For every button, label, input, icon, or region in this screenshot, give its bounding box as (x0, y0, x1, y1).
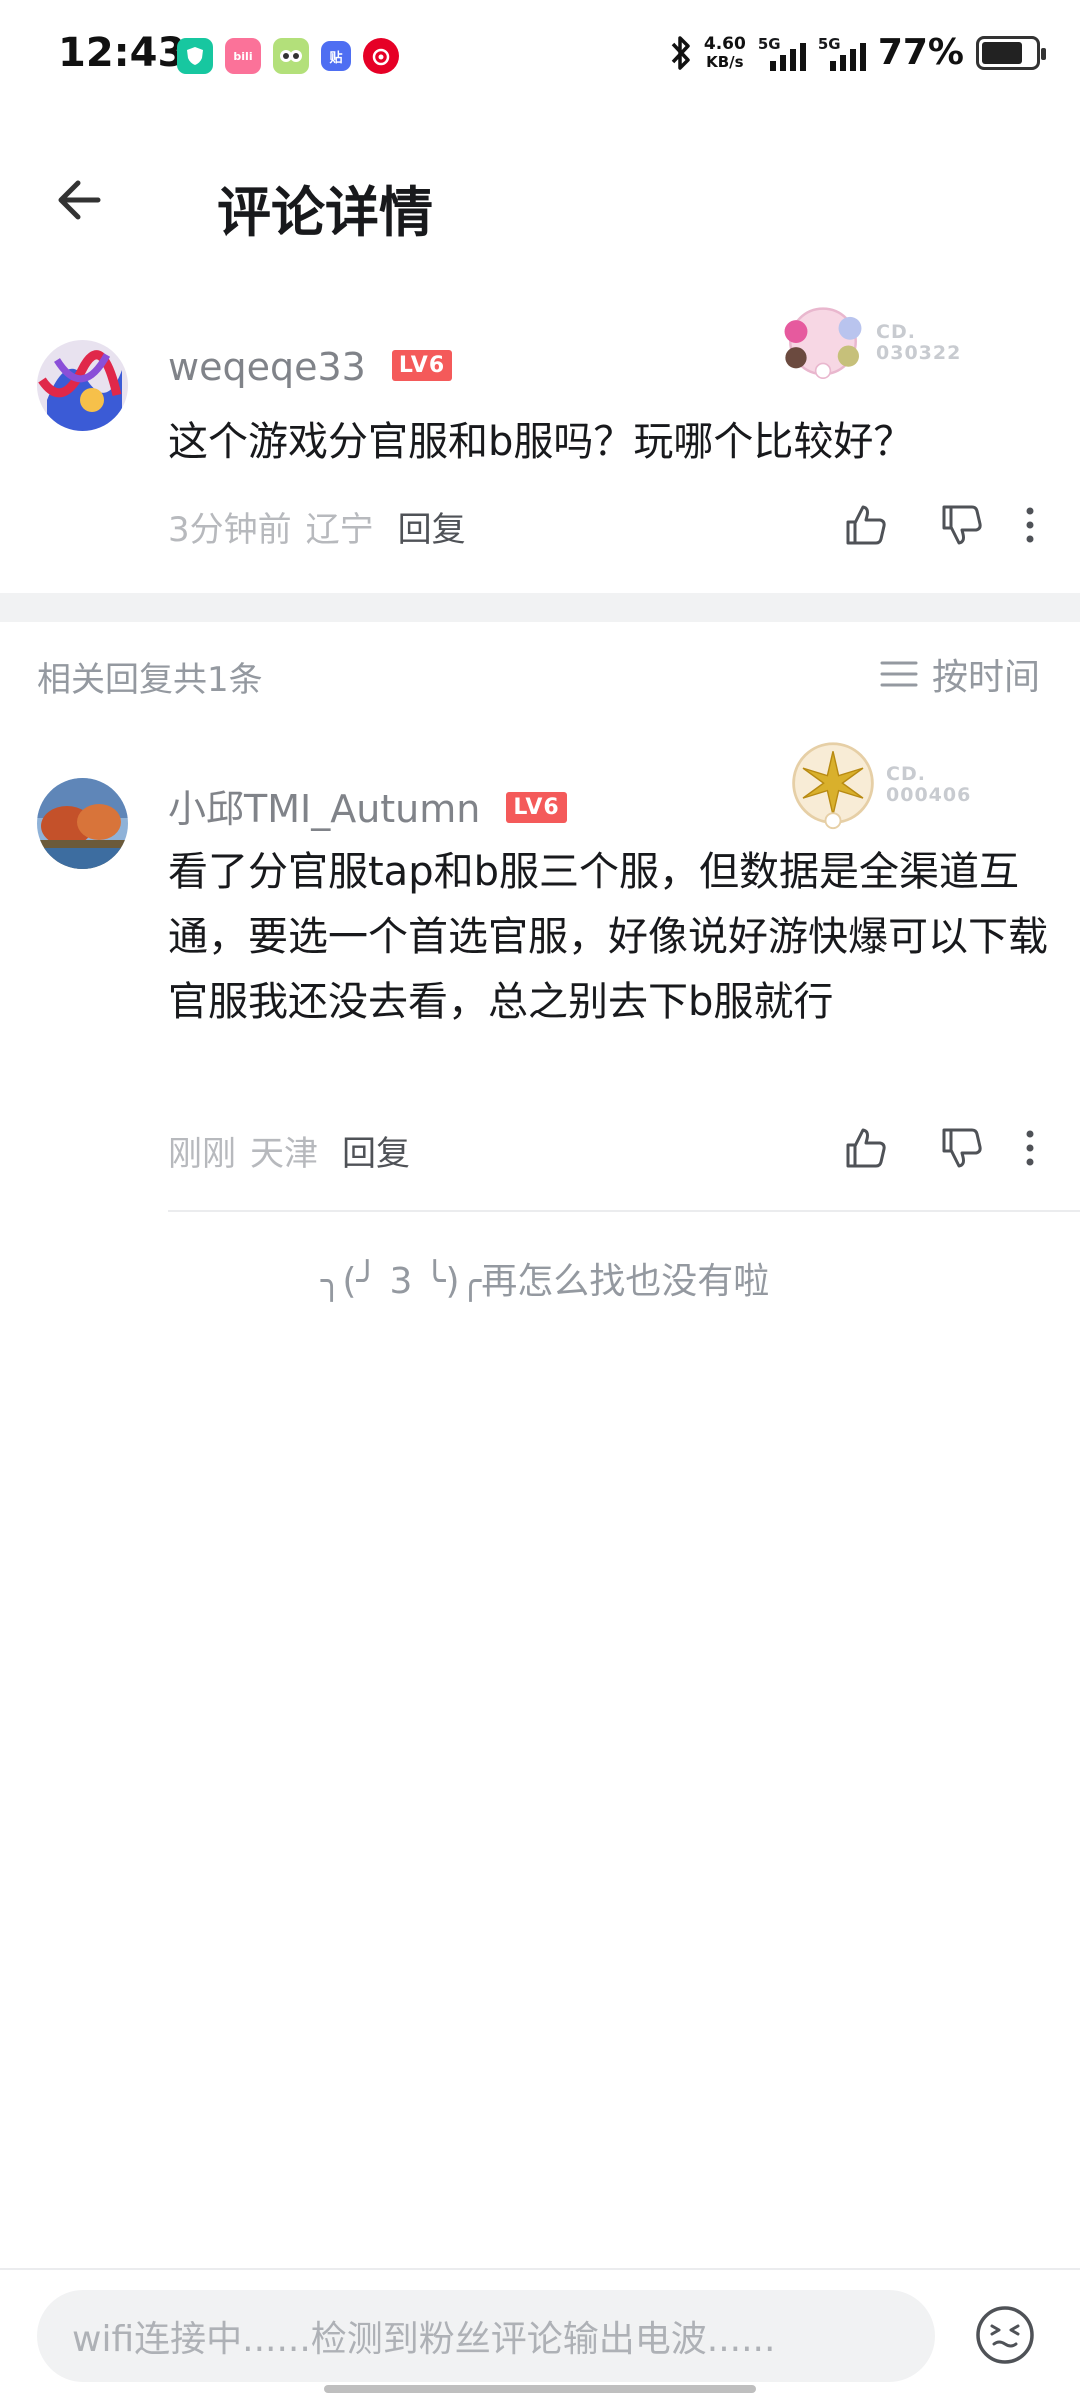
thumbs-up-icon (846, 505, 886, 545)
end-of-list-note: ╮(╯ 3 ╰)╭再怎么找也没有啦 (320, 1261, 770, 1302)
level-badge: LV6 (391, 350, 453, 381)
more-vertical-icon (1026, 507, 1034, 543)
username[interactable]: weqeqe33 LV6 (168, 345, 453, 389)
dislike-button[interactable] (914, 495, 1010, 555)
bottom-bar-divider (0, 2268, 1080, 2270)
dislike-button[interactable] (914, 1118, 1010, 1178)
fan-badge[interactable]: CD. 030322 (778, 298, 961, 388)
thumbs-up-icon (846, 1128, 886, 1168)
page-header: 评论详情 (0, 150, 1080, 250)
replies-count: 相关回复共1条 (37, 660, 263, 700)
badge-digits: 030322 (876, 342, 962, 364)
bilibili-app-icon: bili (225, 38, 261, 74)
bluetooth-icon (671, 35, 690, 70)
replies-header: 相关回复共1条 按时间 (0, 640, 1080, 710)
avatar[interactable] (37, 340, 128, 431)
battery-icon (976, 35, 1046, 70)
level-badge: LV6 (506, 792, 567, 823)
more-button[interactable] (1010, 495, 1050, 555)
network-speed-unit: KB/s (706, 52, 744, 71)
notification-app-icons: bili 贴 (177, 38, 399, 74)
battery-percent: 77% (877, 32, 964, 73)
more-vertical-icon (1026, 1130, 1034, 1166)
tieba-app-icon: 贴 (321, 41, 351, 71)
reply-time: 刚刚 (168, 1134, 236, 1174)
signal-icon-2: 5G (818, 35, 866, 71)
back-button[interactable] (48, 168, 112, 232)
comment-location: 辽宁 (305, 510, 374, 550)
reply-meta: 刚刚 天津 回复 (168, 1126, 410, 1175)
reply-button[interactable]: 回复 (398, 502, 466, 551)
signal-icon-1: 5G (758, 35, 806, 71)
reply-text: 看了分官服tap和b服三个服，但数据是全渠道互通，要选一个首选官服，好像说好游快… (168, 849, 1048, 1025)
username-text: 小邱TMI_Autumn (168, 787, 481, 831)
badge-prefix: CD. (886, 763, 926, 785)
username[interactable]: 小邱TMI_Autumn LV6 (168, 778, 567, 833)
home-indicator[interactable] (324, 2385, 756, 2393)
signal-1-label: 5G (757, 34, 781, 53)
signal-2-label: 5G (817, 34, 841, 53)
thumbs-down-icon (942, 505, 982, 545)
comment-text: 这个游戏分官服和b服吗？玩哪个比较好？ (168, 419, 914, 465)
badge-prefix: CD. (876, 321, 916, 343)
anime-fan-badge-icon (784, 307, 862, 380)
emoji-face-icon (976, 2306, 1034, 2364)
sort-button[interactable]: 按时间 (880, 648, 1040, 700)
owl-app-icon (273, 38, 309, 74)
gold-star-badge-icon (792, 742, 874, 830)
comment-meta: 3分钟前 辽宁 回复 (168, 502, 466, 551)
arrow-left-icon (58, 180, 101, 220)
comment-input-placeholder: wifi连接中......检测到粉丝评论输出电波...... (72, 2319, 776, 2360)
reply-location: 天津 (250, 1134, 318, 1174)
username-text: weqeqe33 (168, 345, 366, 389)
fan-badge[interactable]: CD. 000406 (788, 740, 971, 830)
badge-digits: 000406 (886, 784, 972, 806)
status-bar: 12:43 bili 贴 4.60 KB/s 5G 5G 77% (0, 0, 1080, 115)
badge-number: CD. 000406 (886, 764, 971, 806)
sort-lines-icon (880, 661, 918, 687)
network-speed: 4.60 KB/s (704, 35, 746, 71)
comment-time: 3分钟前 (168, 510, 292, 550)
more-button[interactable] (1010, 1118, 1050, 1178)
reply-divider (168, 1210, 1080, 1212)
status-time: 12:43 (58, 30, 186, 76)
avatar[interactable] (37, 778, 128, 869)
reply-actions (818, 1118, 1050, 1178)
badge-number: CD. 030322 (876, 322, 961, 364)
status-right-icons: 4.60 KB/s 5G 5G 77% (670, 32, 1046, 73)
reply-button[interactable]: 回复 (342, 1126, 410, 1175)
like-button[interactable] (818, 495, 914, 555)
network-speed-value: 4.60 (703, 33, 746, 54)
emoji-button[interactable] (974, 2304, 1036, 2366)
page-title: 评论详情 (217, 181, 433, 244)
green-shield-app-icon (177, 38, 213, 74)
netease-music-app-icon (363, 38, 399, 74)
like-button[interactable] (818, 1118, 914, 1178)
section-divider (0, 593, 1080, 622)
comment-input[interactable]: wifi连接中......检测到粉丝评论输出电波...... (37, 2290, 935, 2382)
comment-actions (818, 495, 1050, 555)
thumbs-down-icon (942, 1128, 982, 1168)
sort-label: 按时间 (931, 657, 1040, 698)
